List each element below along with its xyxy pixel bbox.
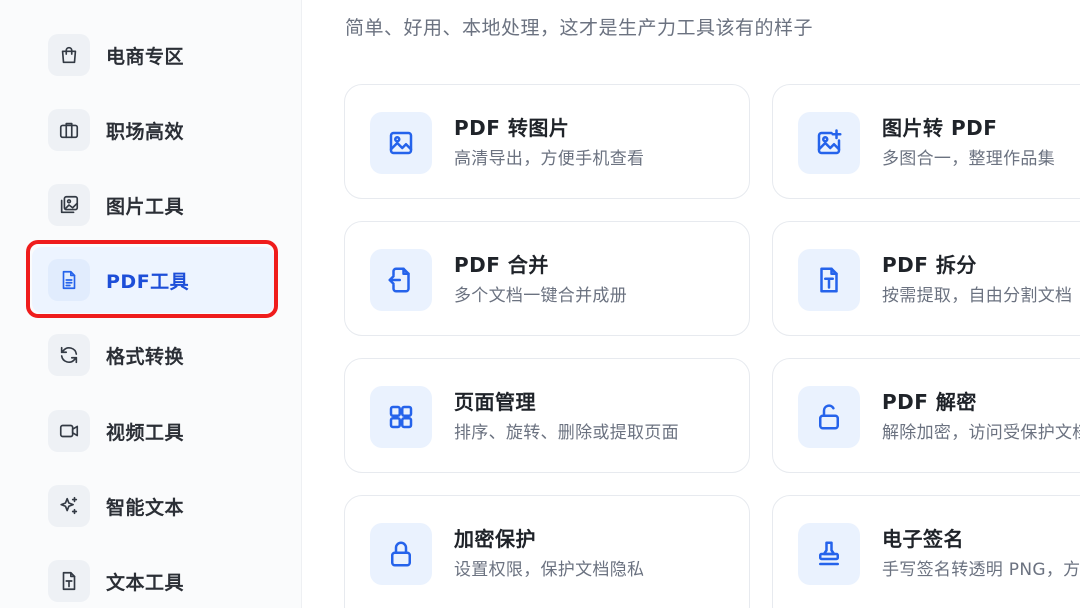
stamp-icon — [798, 523, 860, 585]
tool-description: 解除加密，访问受保护文档 — [882, 423, 1080, 443]
tool-description: 高清导出，方便手机查看 — [454, 149, 645, 169]
tool-card-page-management[interactable]: 页面管理 排序、旋转、删除或提取页面 — [344, 358, 750, 473]
tool-card-pdf-merge[interactable]: PDF 合并 多个文档一键合并成册 — [344, 221, 750, 336]
file-merge-icon — [370, 249, 432, 311]
document-icon — [48, 259, 90, 301]
unlock-icon — [798, 386, 860, 448]
tool-title: PDF 拆分 — [882, 253, 977, 277]
refresh-icon — [48, 334, 90, 376]
sidebar-item-label: PDF工具 — [106, 270, 190, 293]
tool-title: 图片转 PDF — [882, 116, 998, 140]
sidebar-item-format-convert[interactable]: 格式转换 — [32, 322, 274, 388]
tool-description: 多图合一，整理作品集 — [882, 149, 1055, 169]
sidebar-item-label: 文本工具 — [106, 571, 185, 594]
page-subtitle: 简单、好用、本地处理，这才是生产力工具该有的样子 — [345, 17, 814, 39]
sidebar-item-image-tools[interactable]: 图片工具 — [32, 172, 274, 238]
sidebar-item-label: 职场高效 — [106, 120, 185, 143]
sidebar-item-workplace[interactable]: 职场高效 — [32, 97, 274, 163]
app-window: 电商专区 职场高效 图片工具 PDF工具 格式转换 视频工具 智能文本 文本工具… — [0, 0, 1080, 608]
tool-title: 电子签名 — [882, 527, 964, 551]
sparkles-icon — [48, 485, 90, 527]
image-icon — [370, 112, 432, 174]
sidebar-item-label: 智能文本 — [106, 496, 185, 519]
tool-description: 设置权限，保护文档隐私 — [454, 560, 645, 580]
text-file-icon — [48, 560, 90, 602]
tool-card-pdf-to-image[interactable]: PDF 转图片 高清导出，方便手机查看 — [344, 84, 750, 199]
sidebar-item-label: 电商专区 — [106, 45, 185, 68]
tool-description: 多个文档一键合并成册 — [454, 286, 627, 306]
sidebar-item-video-tools[interactable]: 视频工具 — [32, 398, 274, 464]
briefcase-icon — [48, 109, 90, 151]
sidebar-item-label: 视频工具 — [106, 421, 185, 444]
tool-description: 手写签名转透明 PNG，方便签章 — [882, 560, 1080, 580]
sidebar-item-text-tools[interactable]: 文本工具 — [32, 548, 274, 608]
grid-icon — [370, 386, 432, 448]
images-icon — [48, 184, 90, 226]
image-plus-icon — [798, 112, 860, 174]
tool-card-pdf-split[interactable]: PDF 拆分 按需提取，自由分割文档 — [772, 221, 1080, 336]
tool-title: PDF 解密 — [882, 390, 977, 414]
tool-title: 页面管理 — [454, 390, 536, 414]
lock-icon — [370, 523, 432, 585]
tool-description: 排序、旋转、删除或提取页面 — [454, 423, 679, 443]
tool-card-e-signature[interactable]: 电子签名 手写签名转透明 PNG，方便签章 — [772, 495, 1080, 608]
tool-description: 按需提取，自由分割文档 — [882, 286, 1073, 306]
file-text-icon — [798, 249, 860, 311]
tool-title: PDF 合并 — [454, 253, 549, 277]
sidebar-item-label: 图片工具 — [106, 195, 185, 218]
tool-title: PDF 转图片 — [454, 116, 570, 140]
tool-card-pdf-decrypt[interactable]: PDF 解密 解除加密，访问受保护文档 — [772, 358, 1080, 473]
tool-card-image-to-pdf[interactable]: 图片转 PDF 多图合一，整理作品集 — [772, 84, 1080, 199]
sidebar-item-pdf-tools[interactable]: PDF工具 — [32, 247, 274, 313]
shopping-bag-icon — [48, 34, 90, 76]
sidebar-item-smart-text[interactable]: 智能文本 — [32, 473, 274, 539]
sidebar: 电商专区 职场高效 图片工具 PDF工具 格式转换 视频工具 智能文本 文本工具 — [0, 0, 302, 608]
tool-card-encrypt[interactable]: 加密保护 设置权限，保护文档隐私 — [344, 495, 750, 608]
sidebar-item-ecommerce[interactable]: 电商专区 — [32, 22, 274, 88]
tool-title: 加密保护 — [454, 527, 536, 551]
video-camera-icon — [48, 410, 90, 452]
sidebar-item-label: 格式转换 — [106, 345, 185, 368]
